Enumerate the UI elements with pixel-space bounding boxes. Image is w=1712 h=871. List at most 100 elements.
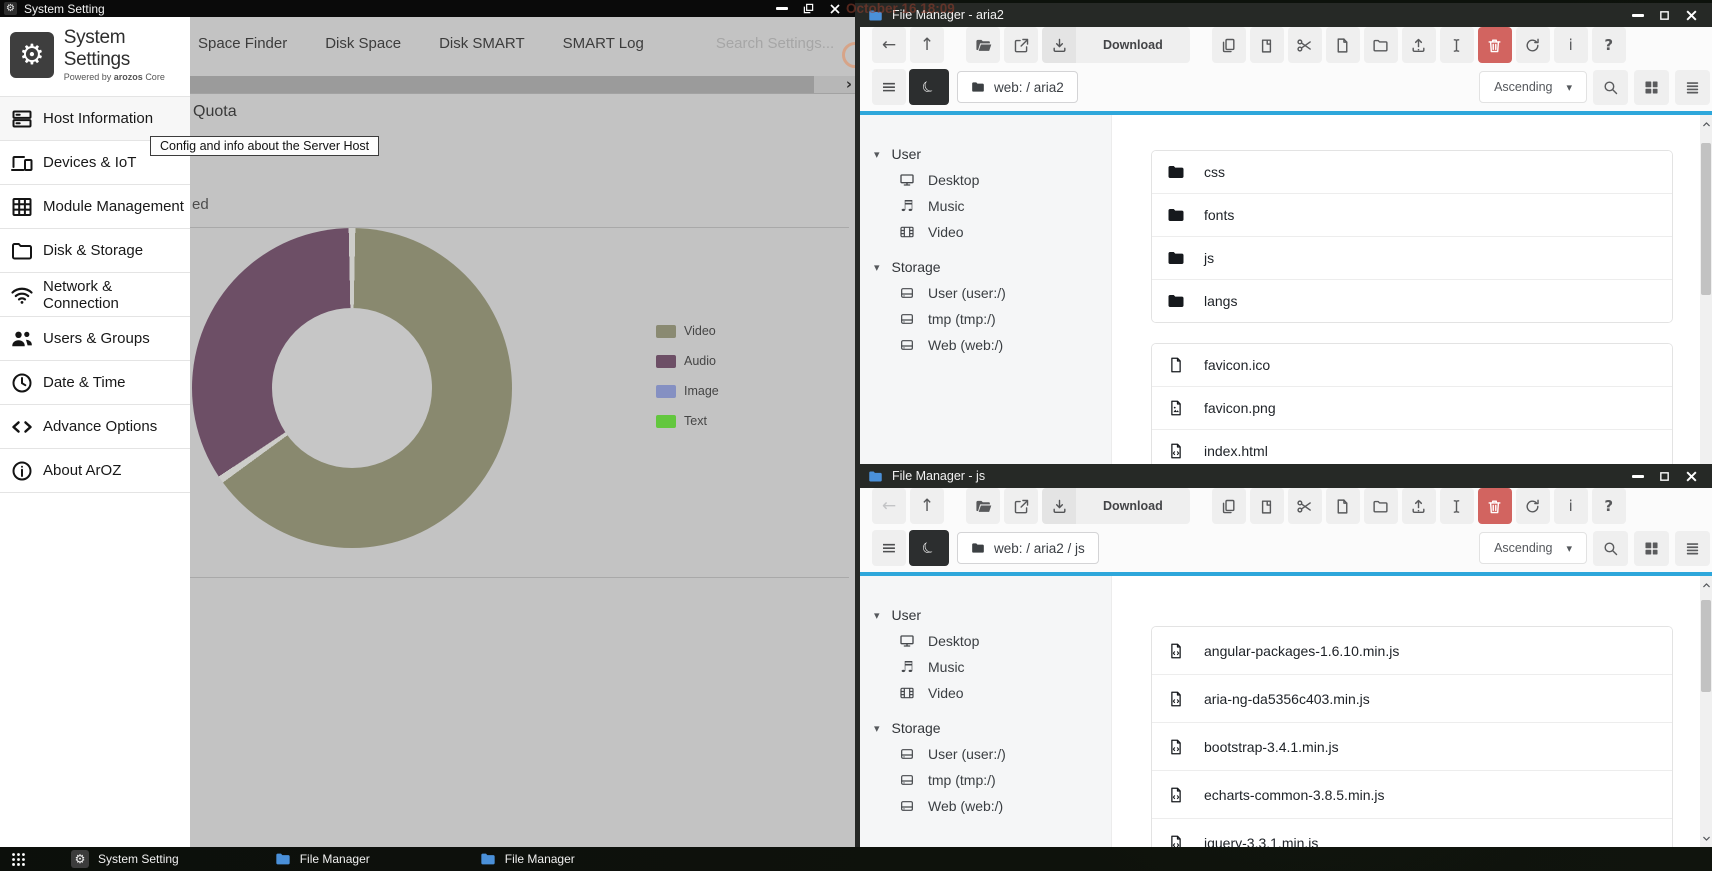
maximize-button[interactable]	[1659, 471, 1670, 482]
sidebar-item-host-information[interactable]: Host Information	[0, 96, 190, 140]
sort-dropdown[interactable]: Ascending▾	[1479, 532, 1587, 564]
close-icon[interactable]	[1685, 9, 1698, 22]
scrollbar-thumb[interactable]	[1701, 600, 1711, 692]
scroll-up-icon[interactable]	[1700, 578, 1712, 592]
tree-item-video[interactable]: Video	[874, 219, 1111, 245]
menu-button[interactable]: ≡	[872, 69, 906, 105]
upload-button[interactable]	[1402, 27, 1436, 63]
sidebar-item-users-groups[interactable]: Users & Groups	[0, 316, 190, 360]
legend-item-image[interactable]: Image	[656, 384, 719, 398]
minimize-button[interactable]	[776, 7, 788, 10]
sidebar-item-advance-options[interactable]: Advance Options	[0, 404, 190, 448]
tree-item-user-user-[interactable]: User (user:/)	[874, 280, 1111, 306]
new-folder-button[interactable]	[1364, 27, 1398, 63]
dark-mode-button[interactable]: ☾	[909, 69, 949, 105]
file-row[interactable]: echarts-common-3.8.5.min.js	[1152, 770, 1672, 818]
tab-space-finder[interactable]: Space Finder	[198, 35, 287, 52]
refresh-button[interactable]	[1516, 27, 1550, 63]
file-row[interactable]: js	[1152, 236, 1672, 279]
info-button[interactable]: i	[1554, 27, 1588, 63]
tree-item-desktop[interactable]: Desktop	[874, 628, 1111, 654]
open-folder-button[interactable]	[966, 488, 1000, 524]
taskbar-item-file-manager[interactable]: File Manager	[480, 851, 575, 867]
scrollbar[interactable]	[1700, 576, 1712, 847]
file-row[interactable]: jquery-3.3.1.min.js	[1152, 818, 1672, 847]
settings-search-input[interactable]: Search Settings...	[716, 35, 834, 52]
minimize-button[interactable]	[1632, 14, 1644, 17]
back-button[interactable]: ←	[872, 27, 906, 63]
legend-item-audio[interactable]: Audio	[656, 354, 719, 368]
tree-section-storage[interactable]: ▾Storage	[874, 715, 1111, 741]
sidebar-item-disk-storage[interactable]: Disk & Storage	[0, 228, 190, 272]
tab-scrollbar-thumb[interactable]	[190, 76, 814, 93]
help-button[interactable]: ?	[1592, 488, 1626, 524]
tree-item-web-web-[interactable]: Web (web:/)	[874, 332, 1111, 358]
tree-item-tmp-tmp-[interactable]: tmp (tmp:/)	[874, 306, 1111, 332]
dark-mode-button[interactable]: ☾	[909, 530, 949, 566]
new-file-button[interactable]	[1326, 27, 1360, 63]
open-in-new-button[interactable]	[1004, 27, 1038, 63]
sidebar-item-date-time[interactable]: Date & Time	[0, 360, 190, 404]
tree-item-music[interactable]: ♬Music	[874, 193, 1111, 219]
menu-button[interactable]: ≡	[872, 530, 906, 566]
rename-button[interactable]	[1440, 488, 1474, 524]
tree-item-tmp-tmp-[interactable]: tmp (tmp:/)	[874, 767, 1111, 793]
copy-button[interactable]	[1212, 27, 1246, 63]
upload-button[interactable]	[1402, 488, 1436, 524]
tab-smart-log[interactable]: SMART Log	[563, 35, 644, 52]
maximize-button[interactable]	[1659, 10, 1670, 21]
paste-button[interactable]	[1250, 27, 1284, 63]
system-settings-titlebar[interactable]: ⚙ System Setting	[0, 0, 855, 17]
breadcrumb[interactable]: web: / aria2 / js	[957, 532, 1099, 564]
sidebar-item-about-aroz[interactable]: About ArOZ	[0, 448, 190, 493]
sort-dropdown[interactable]: Ascending▾	[1479, 71, 1587, 103]
open-folder-button[interactable]	[966, 27, 1000, 63]
list-view-button[interactable]	[1675, 70, 1710, 105]
close-icon[interactable]	[829, 3, 841, 15]
download-button[interactable]: Download	[1042, 488, 1190, 524]
taskbar-item-file-manager[interactable]: File Manager	[275, 851, 370, 867]
file-row[interactable]: langs	[1152, 279, 1672, 322]
breadcrumb[interactable]: web: / aria2	[957, 71, 1078, 103]
grid-view-button[interactable]	[1634, 70, 1669, 105]
file-row[interactable]: favicon.ico	[1152, 344, 1672, 386]
copy-button[interactable]	[1212, 488, 1246, 524]
grid-view-button[interactable]	[1634, 531, 1669, 566]
new-file-button[interactable]	[1326, 488, 1360, 524]
taskbar-item-system-setting[interactable]: ⚙System Setting	[71, 850, 179, 868]
minimize-button[interactable]	[1632, 475, 1644, 478]
back-button[interactable]: ←	[872, 488, 906, 524]
close-icon[interactable]	[1685, 470, 1698, 483]
open-in-new-button[interactable]	[1004, 488, 1038, 524]
rename-button[interactable]	[1440, 27, 1474, 63]
search-button[interactable]	[1593, 531, 1628, 566]
scrollbar-thumb[interactable]	[1701, 143, 1711, 295]
file-row[interactable]: aria-ng-da5356c403.min.js	[1152, 674, 1672, 722]
fm-titlebar[interactable]: File Manager - js	[860, 464, 1712, 488]
file-row[interactable]: angular-packages-1.6.10.min.js	[1152, 627, 1672, 674]
file-row[interactable]: favicon.png	[1152, 386, 1672, 429]
legend-item-video[interactable]: Video	[656, 324, 719, 338]
scroll-up-icon[interactable]	[1700, 117, 1712, 131]
tree-section-user[interactable]: ▾User	[874, 602, 1111, 628]
tree-item-desktop[interactable]: Desktop	[874, 167, 1111, 193]
help-button[interactable]: ?	[1592, 27, 1626, 63]
legend-item-text[interactable]: Text	[656, 414, 719, 428]
tree-section-user[interactable]: ▾User	[874, 141, 1111, 167]
tree-section-storage[interactable]: ▾Storage	[874, 254, 1111, 280]
file-row[interactable]: fonts	[1152, 193, 1672, 236]
file-row[interactable]: index.html	[1152, 429, 1672, 465]
restore-button[interactable]	[803, 3, 814, 14]
new-folder-button[interactable]	[1364, 488, 1398, 524]
refresh-button[interactable]	[1516, 488, 1550, 524]
tab-disk-smart[interactable]: Disk SMART	[439, 35, 525, 52]
delete-button[interactable]	[1478, 488, 1512, 524]
apps-grid-icon[interactable]	[10, 851, 27, 868]
file-row[interactable]: css	[1152, 151, 1672, 193]
fm-titlebar[interactable]: File Manager - aria2	[860, 3, 1712, 27]
cut-button[interactable]	[1288, 488, 1322, 524]
sidebar-item-network-connection[interactable]: Network & Connection	[0, 272, 190, 316]
up-button[interactable]: ↑	[910, 488, 944, 524]
tree-item-web-web-[interactable]: Web (web:/)	[874, 793, 1111, 819]
tree-item-user-user-[interactable]: User (user:/)	[874, 741, 1111, 767]
